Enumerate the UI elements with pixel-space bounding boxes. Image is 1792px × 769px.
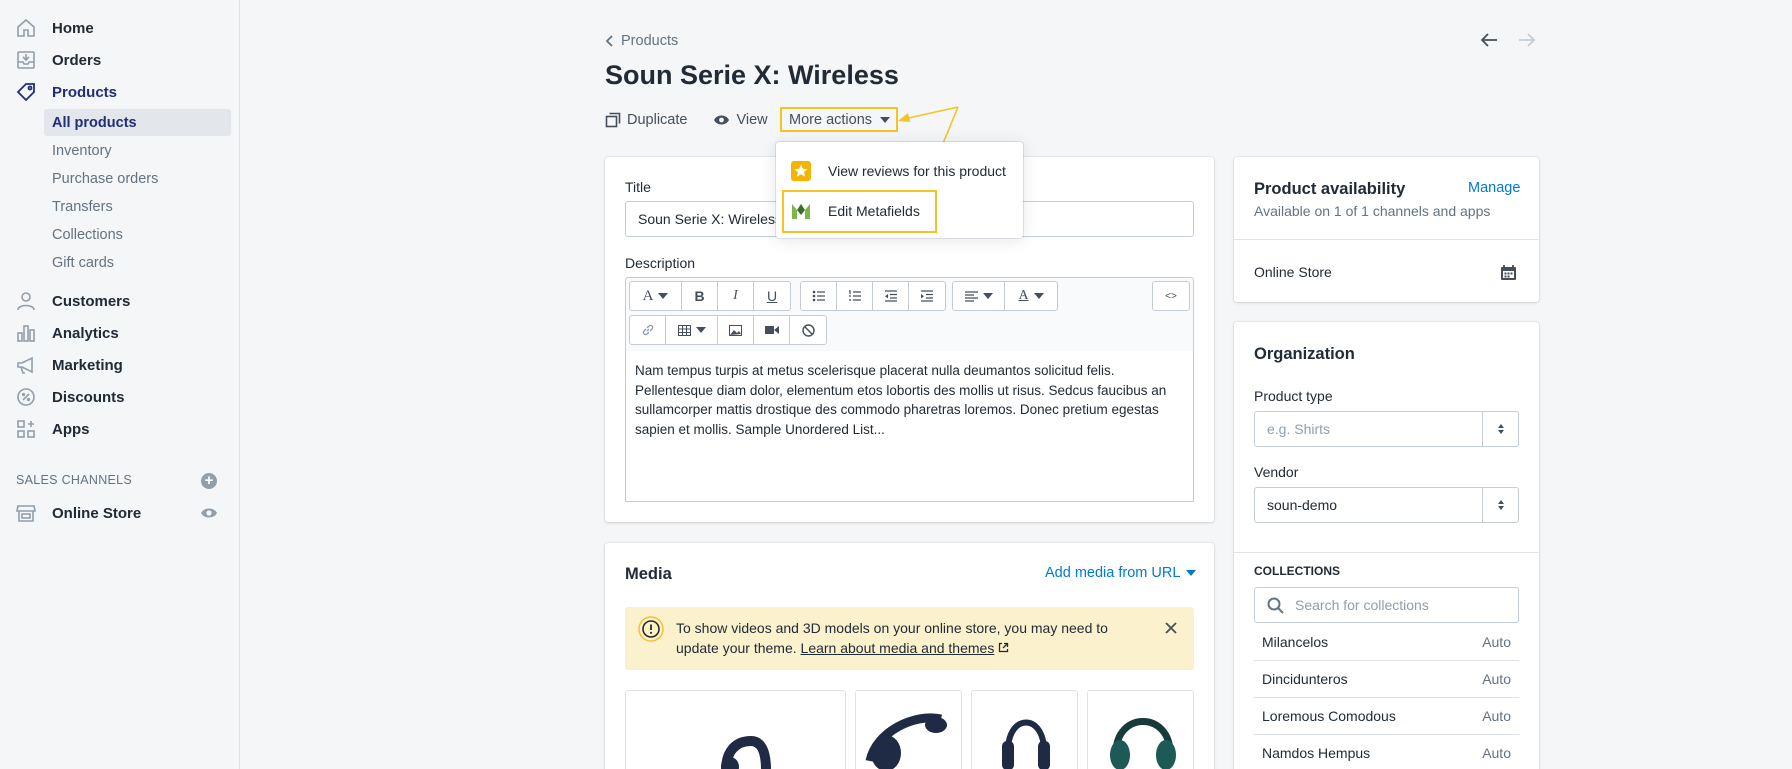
collection-name: Loremous Comodous (1262, 708, 1396, 724)
indent-icon (921, 290, 933, 302)
description-label: Description (625, 255, 696, 271)
calendar-icon[interactable] (1500, 264, 1517, 281)
align-left-icon (964, 290, 978, 302)
underline-button[interactable]: U (754, 282, 790, 310)
media-thumbnail[interactable] (855, 690, 962, 769)
headphones-image (721, 735, 771, 769)
external-link-icon (999, 642, 1009, 653)
video-icon (764, 326, 779, 334)
collection-row[interactable]: Namdos Hempus Auto (1254, 734, 1519, 769)
outdent-icon (884, 290, 897, 302)
search-icon (1267, 597, 1284, 614)
add-media-url-label: Add media from URL (1045, 565, 1181, 581)
select-arrows-icon (1482, 488, 1518, 522)
font-style-button[interactable]: A (630, 282, 682, 310)
video-button[interactable] (754, 316, 790, 344)
close-icon[interactable] (1164, 621, 1178, 635)
font-icon: A (642, 287, 654, 304)
bold-icon: B (694, 288, 705, 304)
insert-group (629, 315, 827, 345)
vendor-label: Vendor (1254, 464, 1299, 480)
headphones-image (865, 713, 947, 769)
indent-button[interactable] (909, 282, 945, 310)
view-reviews-label: View reviews for this product (828, 163, 1006, 179)
media-thumbnail[interactable] (625, 690, 846, 769)
warning-icon (638, 616, 664, 642)
caret-down-icon (695, 327, 706, 333)
availability-card (1234, 157, 1539, 302)
collection-mode: Auto (1482, 708, 1511, 724)
highlight-box (782, 190, 937, 233)
product-type-placeholder: e.g. Shirts (1267, 421, 1331, 437)
media-warning-banner: To show videos and 3D models on your onl… (625, 607, 1194, 670)
caret-down-icon (982, 293, 993, 299)
channel-online-store: Online Store (1254, 264, 1332, 280)
title-label: Title (625, 179, 651, 195)
add-media-url-button[interactable]: Add media from URL (1045, 565, 1197, 581)
numbered-list-icon (848, 290, 861, 301)
availability-title: Product availability (1254, 180, 1406, 198)
star-icon (791, 161, 811, 181)
product-type-select[interactable]: e.g. Shirts (1254, 411, 1519, 447)
italic-button[interactable]: I (718, 282, 754, 310)
collection-name: Dincidunteros (1262, 671, 1348, 687)
caret-down-icon (658, 293, 669, 299)
view-reviews-menu-item[interactable]: View reviews for this product (776, 152, 1023, 190)
bullet-list-icon (812, 290, 825, 302)
align-button[interactable] (953, 282, 1005, 310)
align-group: A (952, 281, 1058, 311)
code-group: <> (1152, 281, 1190, 311)
text-color-icon: A (1018, 288, 1029, 303)
media-thumbnail[interactable] (971, 690, 1078, 769)
product-type-label: Product type (1254, 388, 1333, 404)
learn-more-link[interactable]: Learn about media and themes (801, 640, 995, 656)
text-color-button[interactable]: A (1005, 282, 1057, 310)
collections-search-input[interactable]: Search for collections (1254, 587, 1519, 623)
organization-title: Organization (1254, 345, 1355, 363)
headphones-image (1002, 719, 1050, 769)
divider (1234, 239, 1539, 240)
description-editor[interactable]: Nam tempus turpis at metus scelerisque p… (625, 351, 1194, 502)
select-arrows-icon (1482, 412, 1518, 446)
collection-row[interactable]: Dincidunteros Auto (1254, 660, 1519, 697)
collection-mode: Auto (1482, 671, 1511, 687)
table-button[interactable] (666, 316, 718, 344)
collection-row[interactable]: Milancelos Auto (1254, 623, 1519, 660)
collection-name: Milancelos (1262, 633, 1329, 650)
link-button[interactable] (630, 316, 666, 344)
italic-icon: I (733, 288, 738, 303)
availability-subtitle: Available on 1 of 1 channels and apps (1254, 203, 1491, 219)
caret-down-icon (1033, 293, 1044, 299)
image-button[interactable] (718, 316, 754, 344)
collections-search-placeholder: Search for collections (1295, 597, 1429, 613)
vendor-value: soun-demo (1267, 497, 1338, 513)
headphones-image (1110, 718, 1176, 769)
link-icon (642, 324, 653, 336)
list-group (800, 281, 946, 311)
divider (1234, 552, 1539, 553)
numbered-list-button[interactable] (837, 282, 873, 310)
clear-icon (801, 323, 815, 337)
clear-format-button[interactable] (790, 316, 826, 344)
outdent-button[interactable] (873, 282, 909, 310)
collection-mode: Auto (1482, 633, 1511, 650)
underline-icon: U (766, 288, 778, 304)
collection-row[interactable]: Loremous Comodous Auto (1254, 697, 1519, 734)
html-view-button[interactable]: <> (1153, 282, 1189, 310)
bullet-list-button[interactable] (801, 282, 837, 310)
media-thumbnail[interactable] (1087, 690, 1194, 769)
table-icon (677, 324, 691, 336)
media-title: Media (625, 565, 672, 583)
banner-text: To show videos and 3D models on your onl… (676, 618, 1146, 658)
vendor-select[interactable]: soun-demo (1254, 487, 1519, 523)
code-icon: <> (1165, 290, 1177, 302)
collection-name: Namdos Hempus (1262, 745, 1371, 761)
image-icon (729, 324, 742, 336)
bold-button[interactable]: B (682, 282, 718, 310)
collection-mode: Auto (1482, 745, 1511, 761)
collections-label: COLLECTIONS (1254, 564, 1340, 578)
manage-link[interactable]: Manage (1468, 180, 1520, 196)
caret-down-icon (1186, 570, 1197, 576)
format-group: A B I U (629, 281, 791, 311)
